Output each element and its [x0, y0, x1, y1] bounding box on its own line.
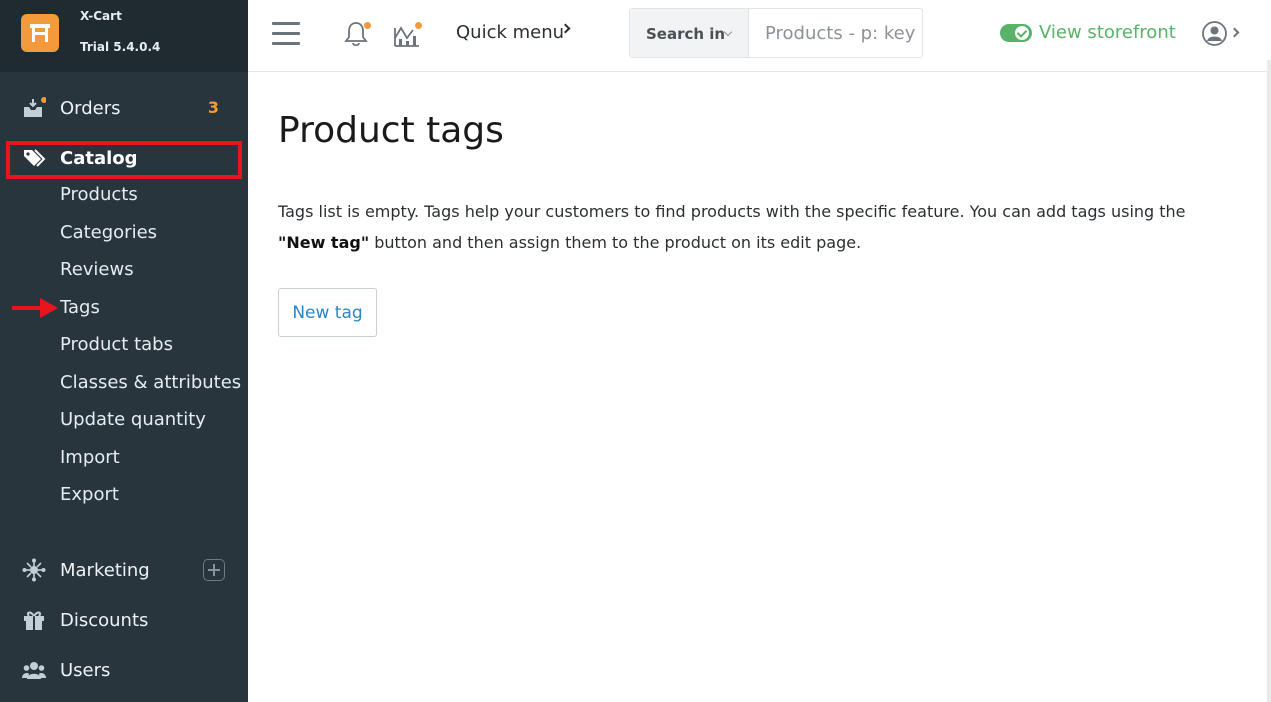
sidebar-item-marketing[interactable]: Marketing	[0, 552, 248, 588]
chevron-right-icon[interactable]	[1229, 27, 1240, 38]
description-bold: "New tag"	[278, 233, 370, 252]
sidebar-subitem-import[interactable]: Import	[60, 447, 120, 468]
empty-state-description: Tags list is empty. Tags help your custo…	[278, 196, 1228, 258]
view-storefront-link[interactable]: View storefront	[1039, 22, 1176, 43]
red-arrow-annotation	[12, 298, 58, 318]
main-content: Product tags Tags list is empty. Tags he…	[248, 72, 1271, 702]
sidebar-item-label: Marketing	[60, 560, 150, 581]
brand-header: X-Cart Trial 5.4.0.4	[0, 0, 248, 72]
sidebar-subitem-classes-attributes[interactable]: Classes & attributes	[60, 372, 241, 393]
users-icon	[22, 662, 46, 679]
logo-icon[interactable]	[21, 14, 59, 52]
sidebar-item-label: Users	[60, 660, 111, 681]
scrollbar[interactable]	[1267, 60, 1271, 702]
sidebar-subitem-categories[interactable]: Categories	[60, 222, 157, 243]
sidebar-subitem-product-tabs[interactable]: Product tabs	[60, 334, 173, 355]
sidebar-item-catalog[interactable]: Catalog	[0, 140, 248, 176]
sidebar-subitem-update-quantity[interactable]: Update quantity	[60, 409, 206, 430]
expand-plus-icon[interactable]	[203, 559, 225, 581]
tag-icon	[24, 149, 46, 167]
search-input[interactable]	[750, 9, 922, 57]
sidebar-item-discounts[interactable]: Discounts	[0, 602, 248, 638]
brand-version: Trial 5.4.0.4	[80, 40, 161, 54]
sidebar-item-label: Orders	[60, 98, 121, 119]
hamburger-icon[interactable]	[272, 22, 300, 46]
sidebar: X-Cart Trial 5.4.0.4 Orders 3 Catalog Pr…	[0, 0, 248, 702]
sidebar-item-orders[interactable]: Orders 3	[0, 90, 248, 126]
page-title: Product tags	[278, 110, 504, 151]
search-bar: Search in	[629, 8, 923, 58]
top-bar: Quick menu Search in View storefront	[248, 0, 1271, 72]
marketing-icon	[22, 558, 46, 582]
bell-icon[interactable]	[343, 20, 371, 48]
search-in-dropdown[interactable]: Search in	[630, 9, 749, 57]
discounts-icon	[24, 611, 44, 630]
sidebar-subitem-tags[interactable]: Tags	[60, 297, 100, 318]
storefront-toggle[interactable]	[1000, 24, 1032, 42]
orders-count-badge: 3	[207, 98, 219, 117]
description-text-end: button and then assign them to the produ…	[369, 233, 862, 252]
sidebar-subitem-reviews[interactable]: Reviews	[60, 259, 134, 280]
quick-menu-button[interactable]: Quick menu	[456, 22, 564, 43]
chart-icon[interactable]	[393, 20, 423, 48]
search-in-label: Search in	[646, 25, 726, 43]
sidebar-item-users[interactable]: Users	[0, 652, 248, 688]
check-icon	[1015, 26, 1029, 40]
sidebar-subitem-export[interactable]: Export	[60, 484, 119, 505]
orders-icon	[24, 97, 46, 117]
new-tag-button[interactable]: New tag	[278, 288, 377, 337]
description-text: Tags list is empty. Tags help your custo…	[278, 202, 1186, 221]
sidebar-item-label: Catalog	[60, 148, 138, 169]
brand-name: X-Cart	[80, 9, 122, 23]
sidebar-subitem-products[interactable]: Products	[60, 184, 138, 205]
sidebar-item-label: Discounts	[60, 610, 149, 631]
user-icon[interactable]	[1202, 21, 1227, 46]
